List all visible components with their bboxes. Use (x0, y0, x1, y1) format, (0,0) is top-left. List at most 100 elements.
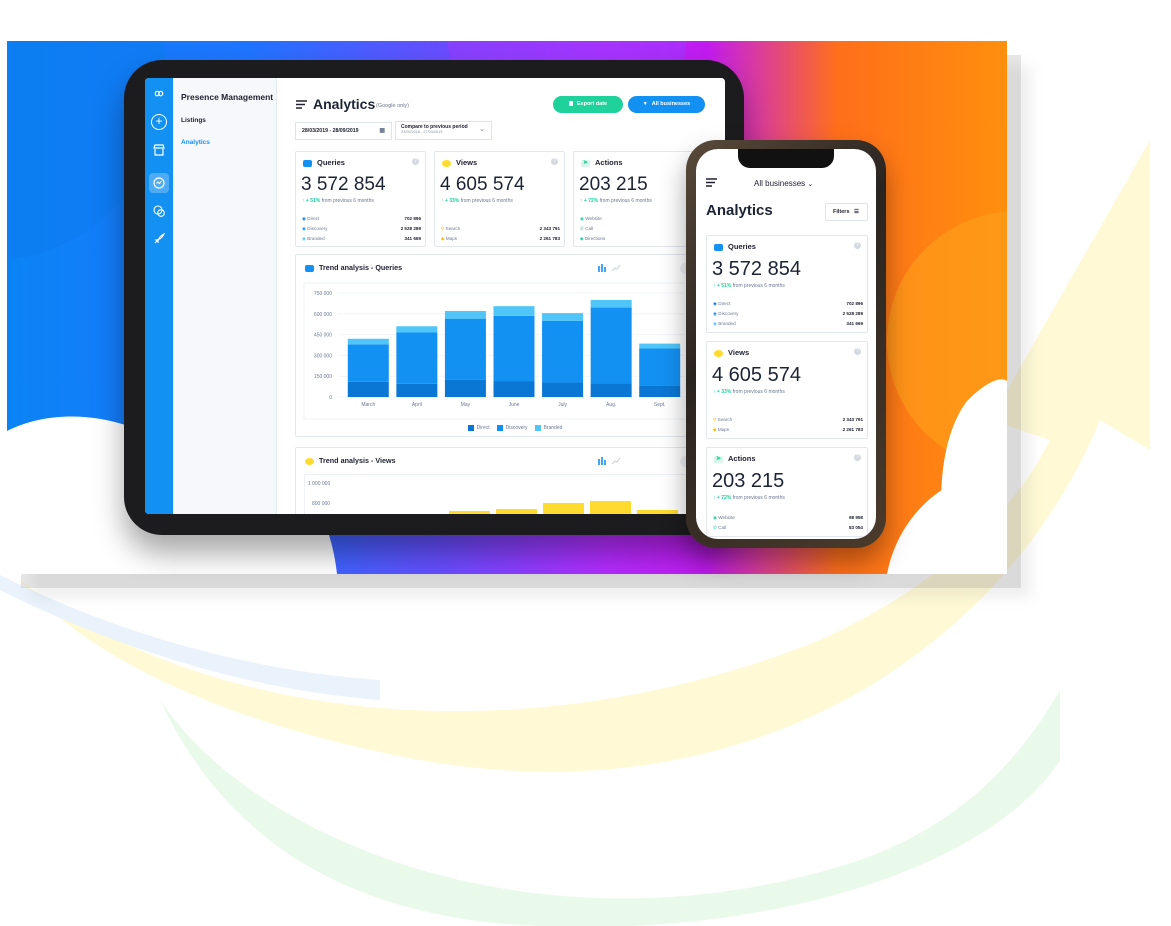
kpi-row: ◉ Discovery 2 528 289 (302, 226, 421, 231)
y-tick: 800 000 (312, 501, 331, 507)
x-tick-label: July (558, 402, 567, 408)
x-tick-label: Sept. (654, 402, 666, 408)
kpi-title: Queries (303, 158, 345, 167)
bar-chart-toggle-icon[interactable] (598, 264, 606, 272)
bar-discovery (639, 348, 681, 386)
kpi-row: ◉ Branded 341 669 (302, 236, 421, 241)
chevron-down-icon: ⌄ (479, 126, 485, 133)
kpi-row: ◉ Website 98 958 (713, 515, 863, 520)
phone-card-views: Views ? 4 605 574 ↑ + 33% from previous … (706, 341, 868, 439)
line-chart-toggle-icon[interactable] (612, 264, 620, 272)
views-bar (496, 509, 537, 514)
queries-icon (305, 264, 314, 272)
page-title: Analytics (706, 202, 773, 219)
panel-title: Trend analysis - Views (305, 456, 396, 465)
bar-direct (396, 383, 438, 397)
help-icon[interactable]: ? (854, 454, 861, 461)
bar-branded (396, 326, 438, 333)
bar-chart-toggle-icon[interactable] (598, 457, 606, 465)
logo-icon: ꝏ (154, 88, 164, 98)
kpi-row: ◉ Direct 702 896 (302, 216, 421, 221)
y-tick: 1 000 000 (308, 481, 331, 487)
export-button[interactable]: Export date (553, 96, 623, 113)
trend-up-icon: ↑ (713, 389, 716, 395)
kpi-row: ◉ Discovery 2 528 289 (713, 311, 863, 316)
eye-icon (442, 159, 451, 167)
bar-direct (590, 383, 632, 397)
y-tick-label: 600 000 (314, 312, 332, 318)
cursor-icon: ➤ (714, 455, 723, 463)
views-bar (590, 501, 631, 514)
kpi-row: ⚲ Search 2 343 791 (441, 226, 560, 231)
calendar-icon: ▦ (379, 128, 385, 134)
trend-queries-panel: Trend analysis - Queries Display by : Mo… (295, 254, 725, 437)
phone-card-actions: ➤ Actions ? 203 215 ↑ + 72% from previous… (706, 447, 868, 537)
nav-item-listings[interactable]: Listings (181, 117, 206, 124)
line-chart-toggle-icon[interactable] (612, 457, 620, 465)
kpi-trend: ↑ + 51% from previous 6 months (302, 198, 374, 204)
kpi-trend: ↑ + 72% from previous 6 months (713, 495, 785, 501)
phone-card-queries: Queries ? 3 572 854 ↑ + 51% from previou… (706, 235, 868, 333)
bar-branded (493, 306, 535, 316)
phone-device: All businesses ⌄ Analytics Filters ☰ Que… (686, 140, 886, 548)
menu-icon[interactable] (296, 100, 307, 112)
add-icon[interactable]: + (151, 114, 167, 130)
bar-direct (444, 379, 486, 397)
compare-dropdown[interactable]: Compare to previous period 23/09/2018 - … (395, 121, 492, 140)
nav-item-analytics[interactable]: Analytics (181, 139, 210, 146)
bar-branded (639, 343, 681, 349)
compare-range: 23/09/2018 - 27/03/2019 (401, 130, 443, 134)
rocket-icon[interactable] (152, 232, 166, 247)
views-bar (449, 511, 490, 514)
help-icon[interactable]: ? (854, 242, 861, 249)
cursor-icon: ➤ (581, 159, 590, 167)
businesses-dropdown[interactable]: All businesses ⌄ (754, 179, 813, 188)
kpi-row: ✆ Call 83 054 (713, 525, 863, 530)
chat-icon[interactable] (152, 205, 166, 219)
bar-direct (542, 382, 584, 397)
bar-branded (590, 299, 632, 308)
date-range-picker[interactable]: 28/03/2019 - 28/09/2019 ▦ (295, 122, 392, 140)
businesses-dropdown[interactable]: ▼ All businesses (628, 96, 705, 113)
kpi-card-views: Views ? 4 605 574 ↑ + 33% from previous … (434, 151, 565, 247)
x-tick-label: Aug. (606, 402, 616, 408)
date-range-text: 28/03/2019 - 28/09/2019 (302, 128, 359, 134)
bar-discovery (444, 318, 486, 380)
bar-direct (493, 381, 535, 397)
kpi-trend: ↑ + 51% from previous 6 months (713, 283, 785, 289)
trend-up-icon: ↑ (580, 198, 583, 204)
kpi-trend: ↑ + 72% from previous 6 months (580, 198, 652, 204)
legend-item: Branded (534, 425, 562, 431)
store-icon[interactable] (152, 144, 166, 158)
y-tick-label: 150 000 (314, 374, 332, 380)
x-tick-label: May (461, 402, 471, 408)
analytics-icon[interactable] (149, 173, 169, 193)
businesses-label: All businesses (651, 101, 691, 107)
panel-title: Trend analysis - Queries (305, 263, 402, 272)
chevron-down-icon: ⌄ (807, 181, 814, 188)
section-nav: Presence Management Listings Analytics (173, 78, 277, 514)
help-icon[interactable]: ? (551, 158, 558, 165)
y-tick-label: 750 000 (314, 291, 332, 297)
menu-icon[interactable] (706, 178, 718, 190)
kpi-value: 3 572 854 (301, 174, 386, 195)
file-icon (568, 101, 573, 107)
filters-button[interactable]: Filters ☰ (825, 203, 868, 221)
kpi-trend: ↑ + 33% from previous 6 months (441, 198, 513, 204)
views-bar (543, 503, 584, 514)
nav-heading: Presence Management (181, 92, 274, 102)
kpi-card-queries: Queries ? 3 572 854 ↑ + 51% from previou… (295, 151, 426, 247)
sliders-icon: ☰ (854, 209, 859, 215)
caret-down-icon: ▼ (642, 101, 648, 107)
kpi-value: 203 215 (712, 470, 785, 492)
bar-discovery (347, 344, 389, 382)
x-tick-label: June (509, 402, 520, 408)
y-tick-label: 450 000 (314, 333, 332, 339)
bar-direct (347, 381, 389, 397)
trend-up-icon: ↑ (713, 495, 716, 501)
help-icon[interactable]: ? (412, 158, 419, 165)
y-tick-label: 300 000 (314, 353, 332, 359)
trend-up-icon: ↑ (302, 198, 305, 204)
bar-discovery (590, 307, 632, 384)
help-icon[interactable]: ? (854, 348, 861, 355)
